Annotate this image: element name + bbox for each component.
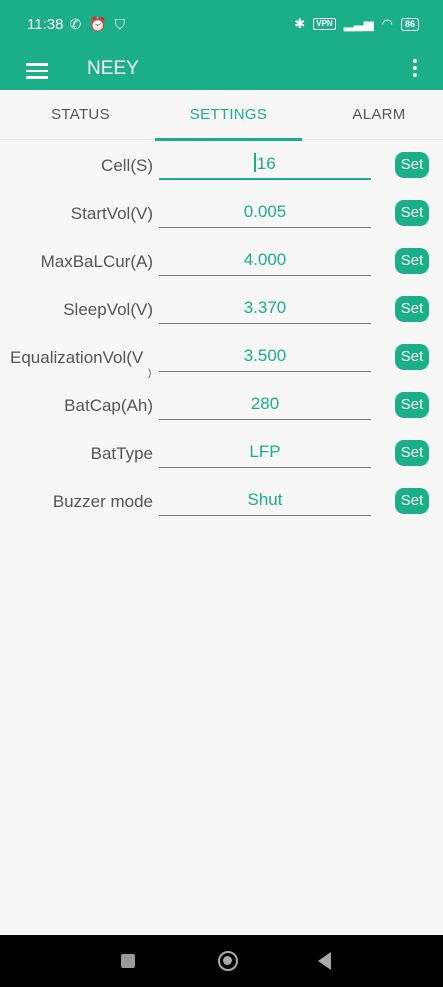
setting-row-startvol: StartVol(V) 0.005 Set (0, 190, 443, 238)
setting-row-buzzer: Buzzer mode Shut Set (0, 478, 443, 526)
set-buzzer-button[interactable]: Set (395, 488, 429, 514)
tab-status[interactable]: STATUS (28, 90, 133, 140)
tab-bar: STATUS SETTINGS ALARM (0, 90, 443, 141)
set-batcap-button[interactable]: Set (395, 392, 429, 418)
setting-label: EqualizationVol(V (10, 348, 144, 367)
set-maxbalcur-button[interactable]: Set (395, 248, 429, 274)
alarm-icon: ⏰ (89, 15, 107, 32)
setting-row-cell: Cell(S) 16 Set (0, 142, 443, 190)
battery-capacity-input[interactable]: 280 (159, 388, 371, 420)
start-voltage-input[interactable]: 0.005 (159, 196, 371, 228)
set-battype-button[interactable]: Set (395, 440, 429, 466)
setting-label: Buzzer mode (52, 492, 153, 511)
setting-row-batcap: BatCap(Ah) 280 Set (0, 382, 443, 430)
app-bar: NEEY (0, 48, 443, 90)
shield-icon: ⛉ (114, 15, 126, 32)
set-equalizationvol-button[interactable]: Set (395, 344, 429, 370)
wifi-icon: ◠ (381, 16, 393, 31)
nfc-icon: ✆ (69, 15, 82, 32)
buzzer-mode-select[interactable]: Shut (159, 484, 371, 516)
home-icon[interactable] (218, 951, 238, 971)
text-cursor (254, 153, 256, 172)
status-time: 11:38 (27, 15, 64, 33)
app-title: NEEY (87, 58, 139, 79)
vpn-icon: VPN (313, 18, 336, 30)
setting-label: Cell(S) (101, 156, 153, 175)
setting-row-equalizationvol: EqualizationVol(V ) 3.500 Set (0, 334, 443, 382)
set-startvol-button[interactable]: Set (395, 200, 429, 226)
battery-icon: 86 (400, 17, 419, 31)
system-nav-bar (0, 935, 443, 987)
back-icon[interactable] (318, 952, 331, 970)
tab-alarm[interactable]: ALARM (330, 90, 428, 140)
setting-label: StartVol(V) (70, 204, 153, 223)
more-options-icon[interactable] (412, 59, 418, 81)
menu-icon[interactable] (26, 63, 48, 79)
signal-icon: ▂▃▅ (343, 16, 374, 31)
setting-row-maxbalcur: MaxBaLCur(A) 4.000 Set (0, 238, 443, 286)
status-bar: 11:38 ✆ ⏰ ⛉ ✱ VPN ▂▃▅ ◠ 86 (0, 0, 443, 48)
battery-type-select[interactable]: LFP (159, 436, 371, 468)
setting-label: SleepVol(V) (63, 300, 153, 319)
set-cell-button[interactable]: Set (395, 152, 429, 178)
setting-label: MaxBaLCur(A) (40, 252, 153, 271)
setting-label-wrap: ) (148, 368, 152, 379)
setting-label: BatCap(Ah) (64, 396, 153, 415)
setting-label: BatType (90, 444, 153, 463)
setting-row-sleepvol: SleepVol(V) 3.370 Set (0, 286, 443, 334)
max-balance-current-input[interactable]: 4.000 (159, 244, 371, 276)
recents-icon[interactable] (121, 954, 135, 968)
equalization-voltage-input[interactable]: 3.500 (159, 340, 371, 372)
setting-row-battype: BatType LFP Set (0, 430, 443, 478)
tab-settings[interactable]: SETTINGS (155, 90, 302, 140)
bluetooth-icon: ✱ (294, 16, 306, 31)
cell-count-input[interactable]: 16 (159, 148, 371, 180)
set-sleepvol-button[interactable]: Set (395, 296, 429, 322)
setting-value: 16 (256, 154, 276, 173)
tab-indicator (155, 138, 302, 141)
sleep-voltage-input[interactable]: 3.370 (159, 292, 371, 324)
